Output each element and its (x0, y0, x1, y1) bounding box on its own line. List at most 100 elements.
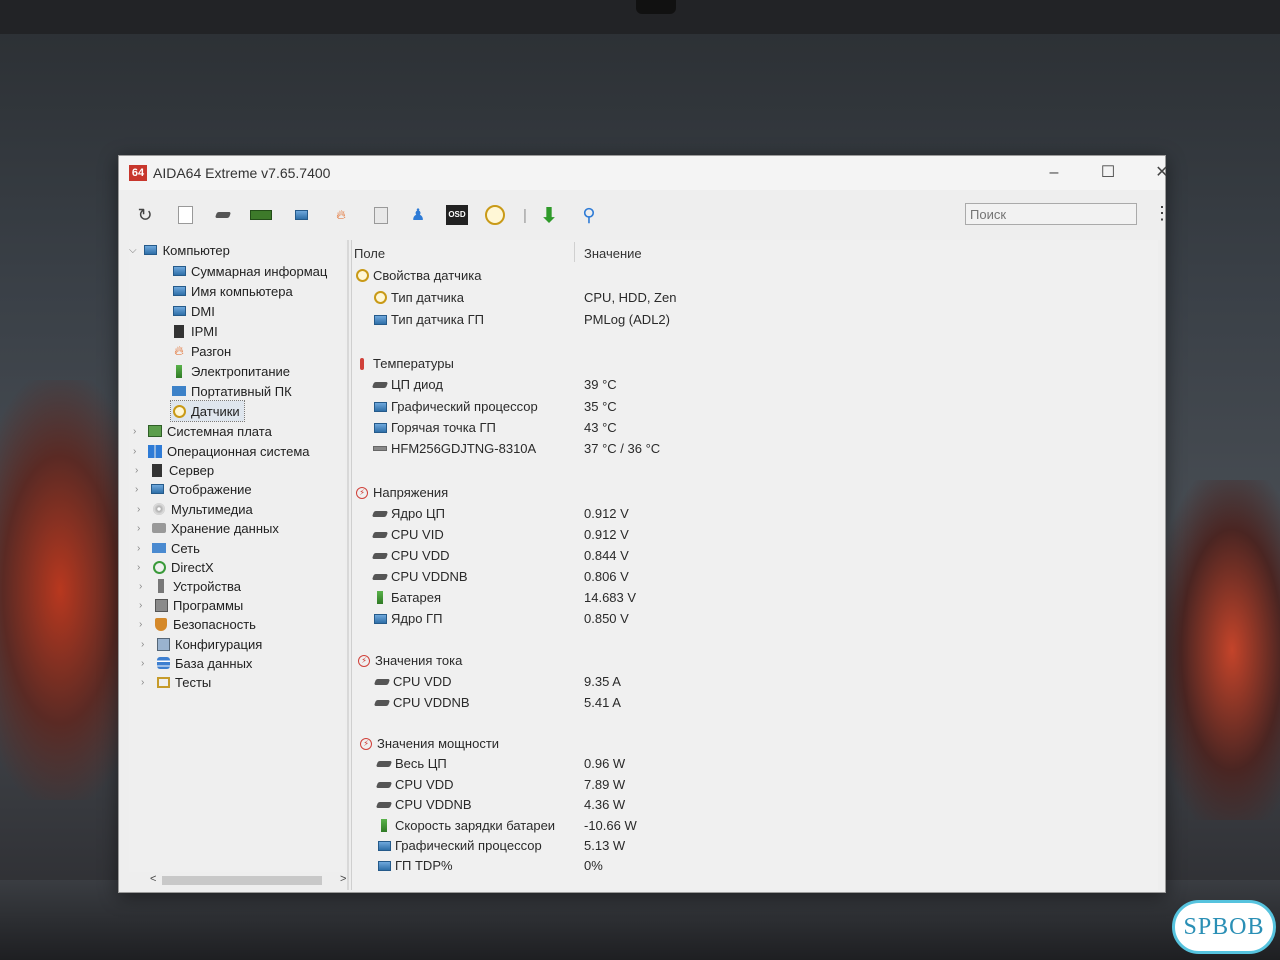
tree-item-tests[interactable]: › Тесты (141, 672, 211, 692)
tree-item-database[interactable]: › База данных (141, 653, 252, 673)
tree-item-devices[interactable]: › Устройства (139, 576, 241, 596)
group-voltages[interactable]: ⚡︎ Напряжения (352, 485, 1158, 505)
cpu-icon (375, 798, 393, 812)
overclock-icon: 🔥︎ (174, 343, 184, 358)
tree-item-server[interactable]: › Сервер (135, 460, 214, 480)
tree-item-programs[interactable]: › Программы (139, 595, 243, 615)
table-row[interactable]: Весь ЦП 0.96 W (352, 756, 1158, 776)
table-row[interactable]: Горячая точка ГП 43 °C (352, 420, 1158, 440)
maximize-button[interactable]: ☐ (1085, 160, 1131, 186)
table-row[interactable]: CPU VDDNB 4.36 W (352, 797, 1158, 817)
table-row[interactable]: Ядро ГП 0.850 V (352, 611, 1158, 631)
group-sensor-properties[interactable]: Свойства датчика (352, 268, 1158, 288)
table-row[interactable]: CPU VDDNB 5.41 A (352, 695, 1158, 715)
refresh-icon[interactable]: ↻ (133, 203, 157, 227)
ipmi-icon (171, 324, 187, 338)
table-row[interactable]: Графический процессор 35 °C (352, 399, 1158, 419)
tree-item-storage[interactable]: › Хранение данных (137, 518, 279, 538)
column-divider[interactable] (574, 242, 575, 262)
toolbar: ↻ 🔥︎ ♟ OSD | ⬇ ⚲ ⋮ (119, 194, 1171, 238)
flame-icon[interactable]: 🔥︎ (329, 203, 353, 227)
programs-icon (153, 598, 169, 612)
tree-item-sensors[interactable]: Датчики (170, 400, 245, 422)
table-row[interactable]: CPU VDD 7.89 W (352, 777, 1158, 797)
search-input[interactable] (965, 203, 1137, 225)
table-row[interactable]: CPU VID 0.912 V (352, 527, 1158, 547)
cpu-icon (371, 570, 389, 584)
group-power[interactable]: ⚡︎ Значения мощности (352, 736, 1158, 756)
table-row[interactable]: Скорость зарядки батареи -10.66 W (352, 818, 1158, 838)
table-row[interactable]: Графический процессор 5.13 W (352, 838, 1158, 858)
group-temperatures[interactable]: Температуры (352, 356, 1158, 376)
tree-item-laptop[interactable]: Портативный ПК (171, 381, 292, 401)
voltage-icon: ⚡︎ (354, 486, 370, 500)
scroll-right-icon[interactable]: > (340, 873, 346, 885)
tree-item-ipmi[interactable]: IPMI (171, 321, 218, 341)
battery-icon (376, 819, 392, 833)
memory-icon[interactable] (249, 203, 273, 227)
cpu-icon (371, 507, 389, 521)
title-bar[interactable]: 64 AIDA64 Extreme v7.65.7400 – ☐ ✕ (119, 156, 1169, 190)
column-header-field[interactable]: Поле (354, 246, 385, 261)
chevron-down-icon[interactable]: ⌵ (129, 245, 137, 256)
network-icon[interactable] (289, 203, 313, 227)
table-row[interactable]: ЦП диод 39 °C (352, 377, 1158, 397)
tests-icon (155, 675, 171, 689)
tree-item-config[interactable]: › Конфигурация (141, 634, 262, 654)
clipboard-icon[interactable] (369, 203, 393, 227)
pane-splitter[interactable] (347, 240, 349, 890)
table-row[interactable]: Тип датчика ГП PMLog (ADL2) (352, 312, 1158, 332)
cpu-icon (371, 378, 389, 392)
motherboard-icon[interactable] (211, 203, 235, 227)
user-icon[interactable]: ♟ (406, 203, 430, 227)
tree-item-network[interactable]: › Сеть (137, 538, 200, 558)
watermark-logo: SPBOB (1172, 900, 1276, 954)
close-button[interactable]: ✕ (1139, 160, 1185, 186)
table-row[interactable]: ГП TDP% 0% (352, 858, 1158, 878)
battery-icon (372, 591, 388, 605)
gauge-icon (354, 269, 370, 283)
table-row[interactable]: Ядро ЦП 0.912 V (352, 506, 1158, 526)
cpu-icon (373, 696, 391, 710)
tree-item-multimedia[interactable]: › Мультимедиа (137, 499, 253, 519)
directx-icon (151, 560, 167, 574)
security-icon (153, 617, 169, 631)
wallpaper-car-right (1160, 480, 1280, 820)
cpu-icon (375, 778, 393, 792)
osd-icon[interactable]: OSD (445, 203, 469, 227)
tree-item-power[interactable]: Электропитание (171, 361, 290, 381)
tree-item-dmi[interactable]: DMI (171, 301, 215, 321)
tree-item-computer[interactable]: ⌵ Компьютер (129, 240, 230, 260)
tree-item-directx[interactable]: › DirectX (137, 557, 214, 577)
cpu-icon (373, 675, 391, 689)
table-row[interactable]: CPU VDDNB 0.806 V (352, 569, 1158, 589)
table-row[interactable]: Тип датчика CPU, HDD, Zen (352, 290, 1158, 310)
tree-item-computer-name[interactable]: Имя компьютера (171, 281, 293, 301)
gauge-icon[interactable] (483, 203, 507, 227)
scrollbar-thumb[interactable] (162, 876, 322, 885)
multimedia-icon (151, 502, 167, 516)
scroll-left-icon[interactable]: < (150, 873, 156, 885)
table-row[interactable]: CPU VDD 0.844 V (352, 548, 1158, 568)
download-icon[interactable]: ⬇ (537, 203, 561, 227)
power-icon (171, 364, 187, 378)
minimize-button[interactable]: – (1031, 160, 1077, 186)
search-icon[interactable]: ⚲ (577, 203, 601, 227)
group-current[interactable]: ⚡︎ Значения тока (352, 653, 1158, 673)
table-row[interactable]: CPU VDD 9.35 A (352, 674, 1158, 694)
storage-icon (151, 521, 167, 535)
table-row[interactable]: Батарея 14.683 V (352, 590, 1158, 610)
computer-name-icon (171, 284, 187, 298)
more-menu-icon[interactable]: ⋮ (1153, 203, 1171, 224)
tree-item-motherboard[interactable]: › Системная плата (133, 421, 272, 441)
tree-item-overclock[interactable]: 🔥︎ Разгон (171, 341, 231, 361)
column-header-value[interactable]: Значение (584, 246, 642, 261)
toolbar-separator: | (523, 206, 527, 224)
report-icon[interactable] (173, 203, 197, 227)
tree-item-security[interactable]: › Безопасность (139, 614, 256, 634)
tree-item-summary[interactable]: Суммарная информац (171, 261, 327, 281)
tree-horizontal-scrollbar[interactable]: < > (146, 873, 352, 889)
tree-item-display[interactable]: › Отображение (135, 479, 252, 499)
table-row[interactable]: HFM256GDJTNG-8310A 37 °C / 36 °C (352, 441, 1158, 461)
tree-item-os[interactable]: › Операционная система (133, 441, 310, 461)
